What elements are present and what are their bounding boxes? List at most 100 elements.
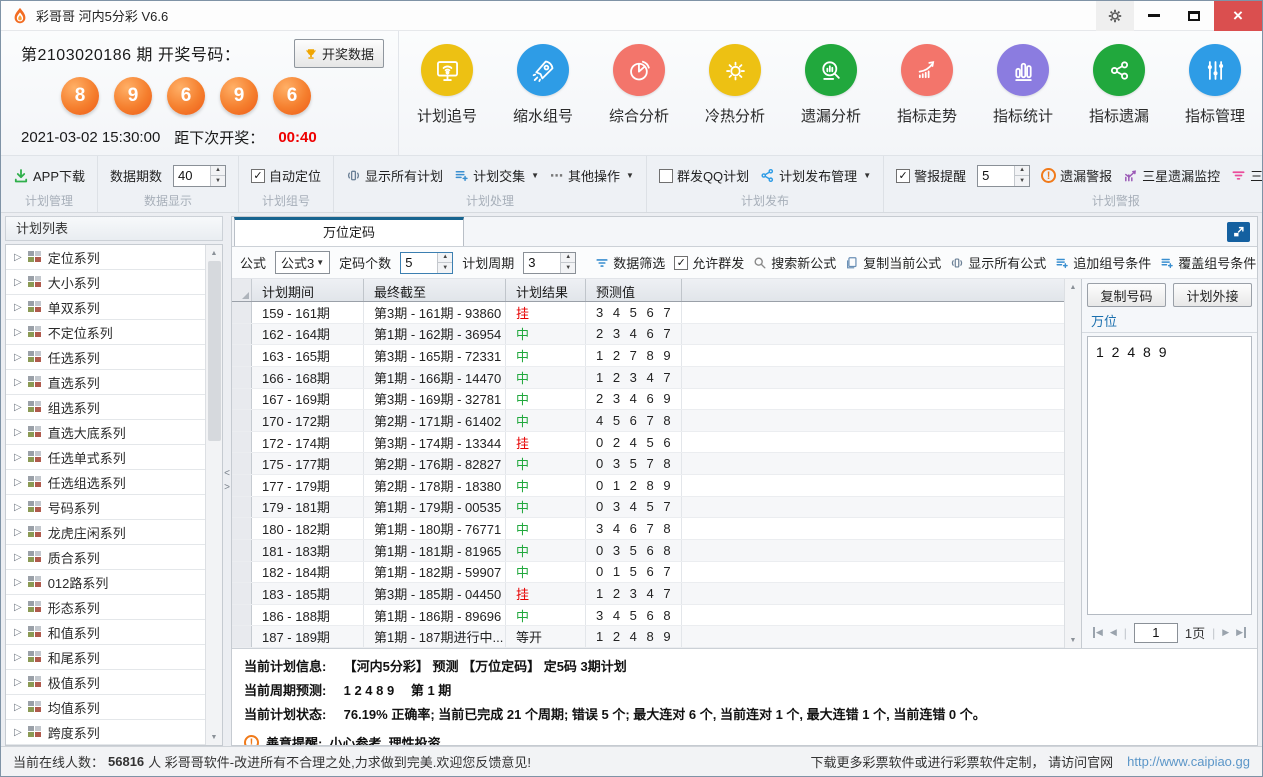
table-row[interactable]: 180 - 182期 第1期 - 180期 - 76771 中 3 4 6 7 … (232, 518, 1064, 540)
table-row[interactable]: 167 - 169期 第3期 - 169期 - 32781 中 2 3 4 6 … (232, 389, 1064, 411)
row-selector[interactable] (232, 497, 252, 518)
spin-up-icon[interactable]: ▲ (438, 253, 452, 264)
last-page-icon[interactable]: ▶ (1236, 627, 1246, 638)
row-selector[interactable] (232, 324, 252, 345)
expand-arrow-icon[interactable]: ▷ (14, 627, 22, 638)
scroll-up-icon[interactable]: ▲ (206, 245, 222, 261)
nav-hot-cold-analysis[interactable]: 冷热分析 (687, 44, 783, 155)
table-row[interactable]: 163 - 165期 第3期 - 165期 - 72331 中 1 2 7 8 … (232, 345, 1064, 367)
copy-formula-button[interactable]: 复制当前公式 (845, 253, 941, 272)
sidebar-splitter[interactable]: < > (223, 216, 231, 746)
other-operations-dropdown[interactable]: ⋯ 其他操作 ▼ (550, 166, 634, 185)
data-filter-button[interactable]: 数据筛选 (595, 253, 665, 272)
expand-arrow-icon[interactable]: ▷ (14, 552, 22, 563)
three-star-shrink-button[interactable]: 三星缩水+监控 (1231, 166, 1263, 185)
row-selector[interactable] (232, 389, 252, 410)
row-selector[interactable] (232, 432, 252, 453)
sidebar-series-item[interactable]: ▷ 直选大底系列 (6, 420, 205, 445)
table-row[interactable]: 166 - 168期 第1期 - 166期 - 14470 中 1 2 3 4 … (232, 367, 1064, 389)
table-row[interactable]: 159 - 161期 第3期 - 161期 - 93860 挂 3 4 5 6 … (232, 302, 1064, 324)
table-scrollbar[interactable]: ▲ ▼ (1064, 279, 1081, 648)
settings-gear-icon[interactable] (1096, 1, 1134, 31)
plan-publish-manage-dropdown[interactable]: 计划发布管理 ▼ (760, 166, 871, 185)
table-row[interactable]: 179 - 181期 第1期 - 179期 - 00535 中 0 3 4 5 … (232, 497, 1064, 519)
three-star-omission-button[interactable]: 三星遗漏监控 (1123, 166, 1220, 185)
sidebar-series-item[interactable]: ▷ 号码系列 (6, 495, 205, 520)
row-selector[interactable] (232, 453, 252, 474)
expand-arrow-icon[interactable]: ▷ (14, 477, 22, 488)
alert-reminder-checkbox[interactable]: ✓ 警报提醒 (896, 166, 966, 185)
minimize-button[interactable] (1134, 1, 1174, 31)
expand-arrow-icon[interactable]: ▷ (14, 352, 22, 363)
sidebar-series-item[interactable]: ▷ 和尾系列 (6, 645, 205, 670)
sidebar-series-item[interactable]: ▷ 012路系列 (6, 570, 205, 595)
spin-up-icon[interactable]: ▲ (561, 253, 575, 264)
append-condition-button[interactable]: 追加组号条件 (1055, 253, 1151, 272)
column-header[interactable]: 最终截至 (364, 279, 506, 301)
code-count-input[interactable]: 5 ▲▼ (400, 252, 453, 274)
scroll-down-icon[interactable]: ▼ (1070, 632, 1077, 648)
expand-arrow-icon[interactable]: ▷ (14, 652, 22, 663)
row-selector[interactable] (232, 562, 252, 583)
auto-position-checkbox[interactable]: ✓ 自动定位 (251, 166, 321, 185)
prediction-numbers-box[interactable]: 1 2 4 8 9 (1087, 336, 1252, 615)
table-row[interactable]: 183 - 185期 第3期 - 185期 - 04450 挂 1 2 3 4 … (232, 583, 1064, 605)
prev-page-icon[interactable]: ◀ (1110, 627, 1117, 638)
sidebar-series-item[interactable]: ▷ 均值系列 (6, 695, 205, 720)
expand-arrow-icon[interactable]: ▷ (14, 427, 22, 438)
nav-omission-analysis[interactable]: 遗漏分析 (783, 44, 879, 155)
spin-up-icon[interactable]: ▲ (211, 166, 225, 177)
sidebar-series-item[interactable]: ▷ 单双系列 (6, 295, 205, 320)
maximize-button[interactable] (1174, 1, 1214, 31)
header-selector-cell[interactable] (232, 279, 252, 301)
row-selector[interactable] (232, 540, 252, 561)
spin-down-icon[interactable]: ▼ (438, 263, 452, 273)
expand-panel-icon[interactable] (1227, 222, 1250, 242)
sidebar-series-item[interactable]: ▷ 组选系列 (6, 395, 205, 420)
expand-arrow-icon[interactable]: ▷ (14, 377, 22, 388)
official-site-link[interactable]: http://www.caipiao.gg (1127, 754, 1250, 769)
alert-value-input[interactable]: 5 ▲▼ (977, 165, 1030, 187)
sidebar-series-item[interactable]: ▷ 和值系列 (6, 620, 205, 645)
page-number-input[interactable]: 1 (1134, 623, 1178, 643)
row-selector[interactable] (232, 302, 252, 323)
sidebar-series-item[interactable]: ▷ 不定位系列 (6, 320, 205, 345)
sidebar-series-item[interactable]: ▷ 极值系列 (6, 670, 205, 695)
expand-arrow-icon[interactable]: ▷ (14, 602, 22, 613)
column-header[interactable]: 计划结果 (506, 279, 586, 301)
search-formula-button[interactable]: 搜索新公式 (753, 253, 836, 272)
row-selector[interactable] (232, 410, 252, 431)
table-row[interactable]: 181 - 183期 第1期 - 181期 - 81965 中 0 3 5 6 … (232, 540, 1064, 562)
plan-external-button[interactable]: 计划外接 (1173, 283, 1252, 307)
omission-alert-button[interactable]: ! 遗漏警报 (1041, 166, 1112, 185)
row-selector[interactable] (232, 367, 252, 388)
sidebar-scrollbar[interactable]: ▲ ▼ (205, 245, 222, 745)
table-row[interactable]: 172 - 174期 第3期 - 174期 - 13344 挂 0 2 4 5 … (232, 432, 1064, 454)
sidebar-series-item[interactable]: ▷ 任选组选系列 (6, 470, 205, 495)
nav-shrink-group[interactable]: 缩水组号 (495, 44, 591, 155)
nav-plan-chase[interactable]: 计划追号 (399, 44, 495, 155)
table-row[interactable]: 187 - 189期 第1期 - 187期进行中... 等开 1 2 4 8 9 (232, 626, 1064, 648)
plan-intersection-dropdown[interactable]: 计划交集 ▼ (454, 166, 539, 185)
app-download-button[interactable]: APP下载 (13, 166, 85, 185)
sidebar-series-item[interactable]: ▷ 形态系列 (6, 595, 205, 620)
next-page-icon[interactable]: ▶ (1222, 627, 1229, 638)
sidebar-series-item[interactable]: ▷ 跨度系列 (6, 720, 205, 745)
row-selector[interactable] (232, 583, 252, 604)
sidebar-series-item[interactable]: ▷ 定位系列 (6, 245, 205, 270)
sidebar-series-item[interactable]: ▷ 任选系列 (6, 345, 205, 370)
expand-arrow-icon[interactable]: ▷ (14, 727, 22, 738)
nav-indicator-omission[interactable]: 指标遗漏 (1071, 44, 1167, 155)
nav-indicator-manage[interactable]: 指标管理 (1167, 44, 1263, 155)
expand-arrow-icon[interactable]: ▷ (14, 577, 22, 588)
row-selector[interactable] (232, 475, 252, 496)
scrollbar-thumb[interactable] (208, 261, 221, 441)
table-row[interactable]: 162 - 164期 第1期 - 162期 - 36954 中 2 3 4 6 … (232, 324, 1064, 346)
spin-down-icon[interactable]: ▼ (561, 263, 575, 273)
draw-data-button[interactable]: 开奖数据 (294, 39, 384, 68)
expand-arrow-icon[interactable]: ▷ (14, 452, 22, 463)
show-all-plans-button[interactable]: 显示所有计划 (346, 166, 443, 185)
show-all-formula-button[interactable]: 显示所有公式 (950, 253, 1046, 272)
row-selector[interactable] (232, 345, 252, 366)
expand-arrow-icon[interactable]: ▷ (14, 677, 22, 688)
